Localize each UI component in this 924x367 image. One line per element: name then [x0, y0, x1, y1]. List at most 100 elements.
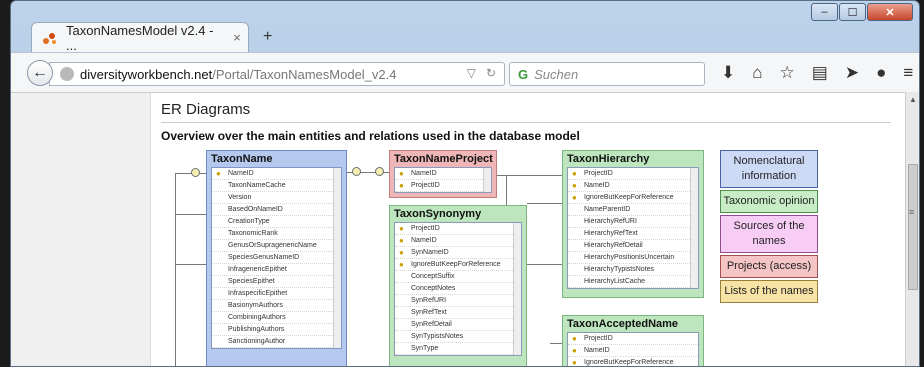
table-taxonacceptedname: TaxonAcceptedName ● ProjectID ● NameID ● Ig… [562, 315, 704, 367]
field-row: SanctioningAuthor [212, 336, 341, 348]
home-icon[interactable]: ⌂ [752, 63, 762, 83]
minimize-button[interactable]: – [811, 3, 838, 21]
key-icon: ● [399, 260, 404, 269]
table-scrollbar[interactable] [690, 168, 698, 288]
table-scrollbar[interactable] [333, 168, 341, 348]
key-icon: ● [572, 358, 577, 367]
browser-tab[interactable]: TaxonNamesModel v2.4 - ... × [31, 22, 249, 53]
field-row: ● IgnoreButKeepForReference [568, 357, 698, 367]
scrollbar-thumb[interactable] [908, 164, 918, 290]
field-row: SpeciesGenusNameID [212, 252, 341, 264]
field-row: ● NameID [568, 180, 698, 192]
field-row: ● NameID [395, 168, 491, 180]
field-row: SynRefDetail [395, 319, 521, 331]
field-row: ● NameID [395, 235, 521, 247]
search-field[interactable]: G Suchen [509, 62, 705, 86]
field-row: ConceptNotes [395, 283, 521, 295]
globe-icon [60, 67, 74, 81]
field-row: CombiningAuthors [212, 312, 341, 324]
key-icon: ● [572, 193, 577, 202]
field-row: NameParentID [568, 204, 698, 216]
field-row: InfraspecificEpithet [212, 288, 341, 300]
key-icon: ● [572, 181, 577, 190]
field-row: HierarchyPositionIsUncertain [568, 252, 698, 264]
search-engine-icon: G [518, 66, 529, 82]
field-row: HierarchyListCache [568, 276, 698, 288]
url-path: /Portal/TaxonNamesModel_v2.4 [212, 66, 397, 82]
scroll-up-icon[interactable]: ▲ [909, 95, 917, 104]
menu-icon[interactable]: ≡ [903, 63, 913, 83]
field-row: PublishingAuthors [212, 324, 341, 336]
legend: Nomenclatural information Taxonomic opin… [720, 150, 818, 305]
new-tab-button[interactable]: + [263, 28, 272, 46]
url-bar[interactable]: diversityworkbench.net/Portal/TaxonNames… [49, 62, 505, 86]
table-taxonsynonymy: TaxonSynonymy ● ProjectID ● NameID ● SynNam… [389, 205, 527, 366]
field-row: TaxonNameCache [212, 180, 341, 192]
field-row: ● NameID [568, 345, 698, 357]
reading-list-icon[interactable]: ▤ [812, 63, 828, 83]
table-title: TaxonHierarchy [567, 153, 650, 165]
url-host: diversityworkbench.net [80, 66, 213, 82]
toolbar: ⬇ ⌂ ☆ ▤ ➤ ● ≡ [721, 63, 913, 83]
chat-icon[interactable]: ● [876, 63, 886, 83]
overview-caption: Overview over the main entities and rela… [161, 129, 580, 143]
key-icon: ● [399, 248, 404, 257]
field-row: GenusOrSupragenericName [212, 240, 341, 252]
field-row: SpeciesEpithet [212, 276, 341, 288]
field-row: ● ProjectID [395, 223, 521, 235]
navigation-bar: diversityworkbench.net/Portal/TaxonNames… [11, 52, 919, 92]
page-scrollbar[interactable]: ▲ ≡ [905, 92, 919, 366]
tab-close-icon[interactable]: × [226, 30, 248, 45]
field-row: BasedOnNameID [212, 204, 341, 216]
table-taxonhierarchy: TaxonHierarchy ● ProjectID ● NameID ● Ignor… [562, 150, 704, 298]
field-row: ● IgnoreButKeepForReference [395, 259, 521, 271]
field-row: Version [212, 192, 341, 204]
send-icon[interactable]: ➤ [845, 63, 859, 83]
dropdown-arrow-icon[interactable]: ▽ [467, 66, 476, 80]
key-icon: ● [399, 236, 404, 245]
legend-taxonomic-opinion: Taxonomic opinion [720, 190, 818, 213]
download-icon[interactable]: ⬇ [721, 63, 735, 83]
field-row: SynRefURI [395, 295, 521, 307]
maximize-button[interactable]: ☐ [839, 3, 866, 21]
field-row: SynRefText [395, 307, 521, 319]
relation-connector-icon [191, 168, 200, 177]
table-taxonnameproject: TaxonNameProject ● NameID ● ProjectID [389, 150, 497, 198]
page-heading: ER Diagrams [161, 101, 251, 118]
relation-connector-icon [375, 167, 384, 176]
key-icon: ● [216, 169, 221, 178]
legend-projects: Projects (access) [720, 255, 818, 278]
legend-lists: Lists of the names [720, 280, 818, 303]
field-row: SynType [395, 343, 521, 355]
key-icon: ● [572, 169, 577, 178]
field-row: ● IgnoreButKeepForReference [568, 192, 698, 204]
reload-icon[interactable]: ↻ [486, 66, 496, 80]
key-icon: ● [399, 169, 404, 178]
field-row: ● SynNameID [395, 247, 521, 259]
field-row: ● ProjectID [568, 168, 698, 180]
bookmark-star-icon[interactable]: ☆ [780, 63, 795, 83]
field-row: TaxonomicRank [212, 228, 341, 240]
browser-window: – ☐ ✕ TaxonNamesModel v2.4 - ... × + div… [10, 0, 920, 367]
table-title: TaxonName [211, 153, 273, 165]
key-icon: ● [572, 346, 577, 355]
field-row: ● NameID [212, 168, 341, 180]
table-title: TaxonSynonymy [394, 208, 482, 220]
back-button[interactable]: ← [27, 60, 53, 86]
table-scrollbar[interactable] [483, 168, 491, 192]
field-row: HierarchyTypistsNotes [568, 264, 698, 276]
field-row: ● ProjectID [395, 180, 491, 192]
table-title: TaxonAcceptedName [567, 318, 679, 330]
relation-connector-icon [352, 167, 361, 176]
field-row: InfragenericEpithet [212, 264, 341, 276]
field-row: SynTypistsNotes [395, 331, 521, 343]
key-icon: ● [399, 224, 404, 233]
field-row: CreationType [212, 216, 341, 228]
table-taxonname: TaxonName ● NameID TaxonNameCache Version… [206, 150, 347, 366]
left-sidebar [11, 93, 151, 366]
close-window-button[interactable]: ✕ [867, 3, 913, 21]
field-row: HierarchyRefText [568, 228, 698, 240]
table-scrollbar[interactable] [513, 223, 521, 355]
legend-nomenclatural: Nomenclatural information [720, 150, 818, 188]
scroll-grip-icon: ≡ [909, 207, 915, 217]
